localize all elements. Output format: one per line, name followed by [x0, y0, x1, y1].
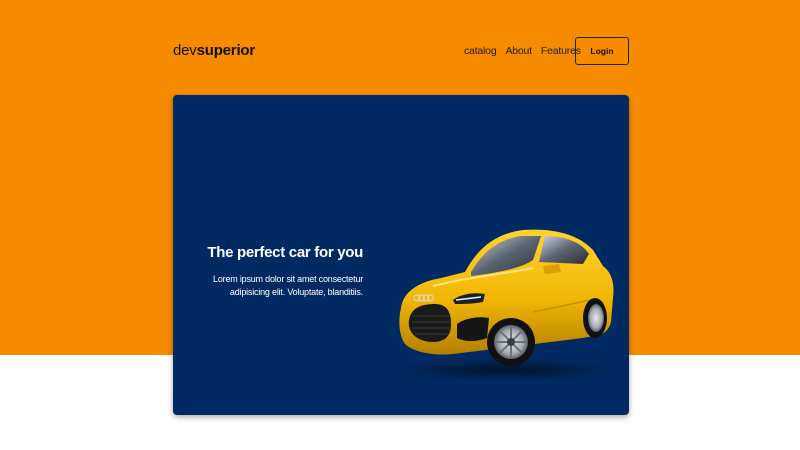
logo[interactable]: devsuperior [173, 42, 255, 59]
logo-bold-text: superior [196, 42, 256, 59]
navbar: devsuperior catalog About Features Login [173, 36, 629, 66]
hero-card: The perfect car for you Lorem ipsum dolo… [173, 95, 629, 415]
hero-text: The perfect car for you Lorem ipsum dolo… [203, 244, 363, 298]
hero-subtitle: Lorem ipsum dolor sit amet consectetur a… [213, 274, 363, 297]
nav-link-about[interactable]: About [505, 45, 532, 57]
hero-title: The perfect car for you [207, 244, 363, 261]
logo-light-text: dev [173, 42, 197, 59]
login-button[interactable]: Login [575, 37, 629, 65]
car-image [395, 229, 615, 382]
nav-links: catalog About Features [464, 45, 581, 57]
nav-link-catalog[interactable]: catalog [464, 45, 497, 57]
